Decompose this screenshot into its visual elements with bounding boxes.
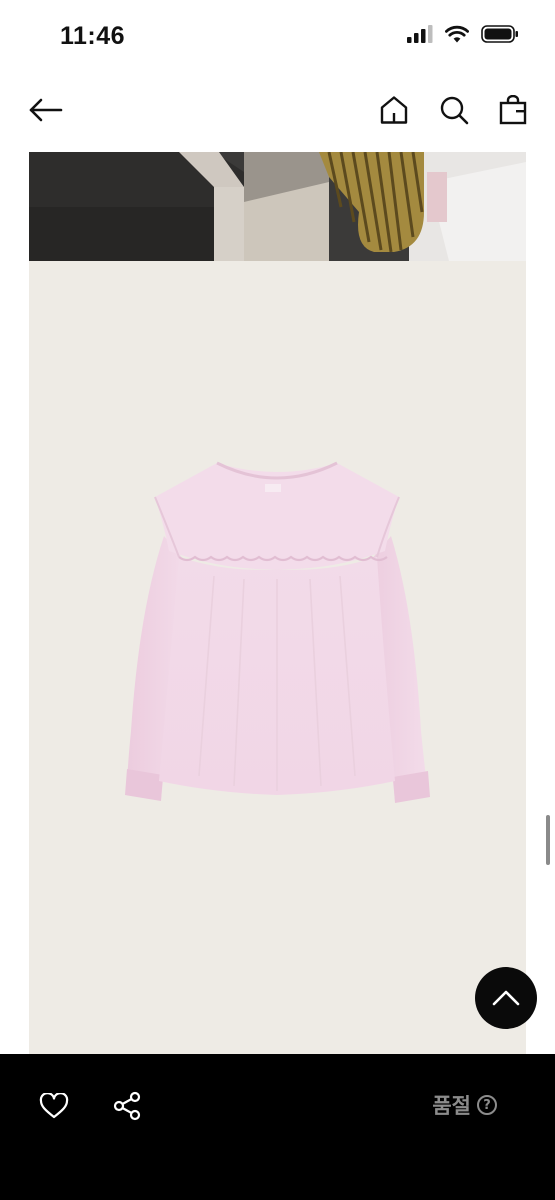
- scroll-to-top-button[interactable]: [475, 967, 537, 1029]
- soldout-label: 품절: [432, 1094, 471, 1118]
- app-header: [0, 72, 555, 150]
- status-time: 11:46: [60, 22, 126, 50]
- help-icon[interactable]: ?: [477, 1095, 497, 1115]
- bottom-action-bar: 품절 ?: [0, 1054, 555, 1200]
- lifestyle-photo: [29, 152, 526, 261]
- search-icon: [440, 96, 469, 125]
- heart-icon: [39, 1093, 69, 1119]
- home-button[interactable]: [374, 90, 414, 130]
- shopping-bag-icon: [499, 95, 527, 125]
- pink-ruffle-blouse-product-photo: [29, 261, 526, 1054]
- help-glyph: ?: [483, 1097, 491, 1113]
- like-button[interactable]: [34, 1086, 74, 1126]
- shopping-bag-button[interactable]: [493, 90, 533, 130]
- back-arrow-icon: [29, 98, 63, 122]
- home-icon: [380, 96, 408, 124]
- wifi-icon: [445, 25, 469, 43]
- search-button[interactable]: [434, 90, 474, 130]
- soldout-status: 품절 ?: [432, 1090, 497, 1120]
- scroll-indicator[interactable]: [546, 815, 550, 865]
- chevron-up-icon: [492, 990, 520, 1006]
- share-icon: [113, 1091, 141, 1121]
- product-image-gallery[interactable]: [29, 152, 526, 1054]
- status-bar: 11:46: [0, 0, 555, 72]
- share-button[interactable]: [107, 1086, 147, 1126]
- status-icons: [407, 25, 519, 43]
- battery-icon: [481, 25, 518, 43]
- signal-icon: [407, 25, 433, 43]
- product-detail-screen: 11:46 품절 ?: [0, 0, 555, 1200]
- back-button[interactable]: [26, 90, 66, 130]
